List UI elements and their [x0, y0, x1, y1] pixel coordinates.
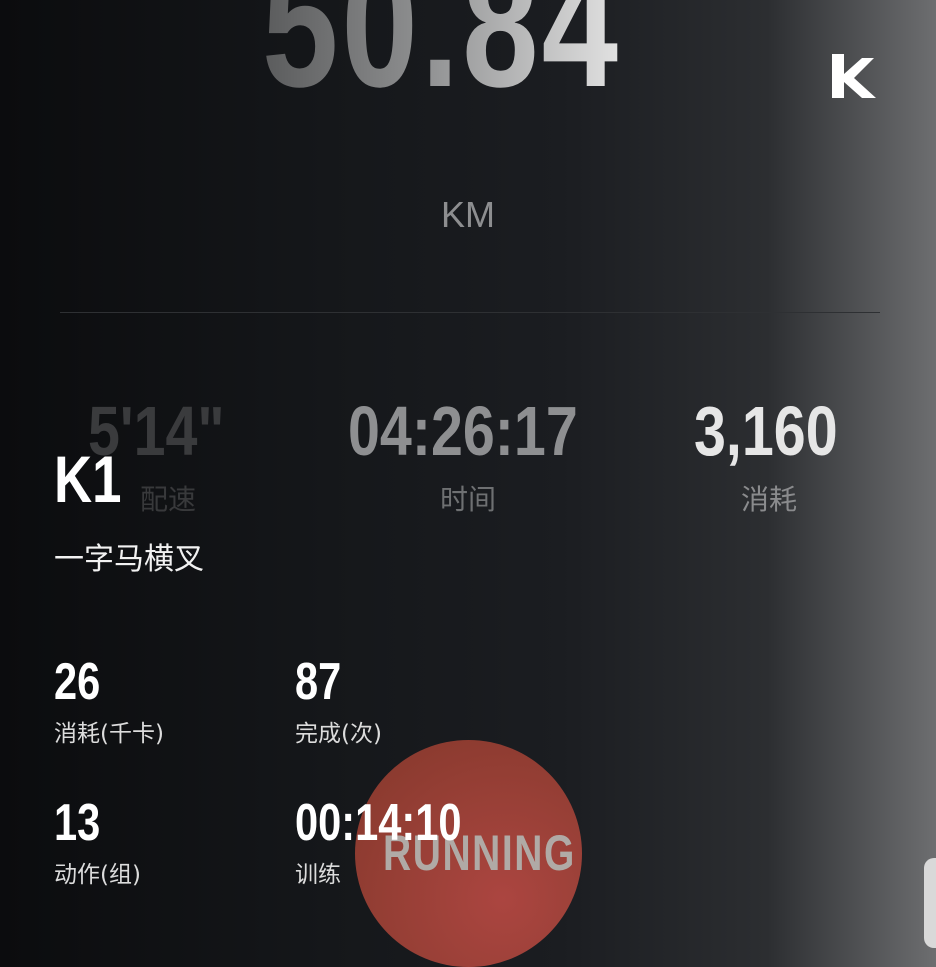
metric-label: 动作(组) — [54, 862, 141, 888]
metric-label: 消耗(千卡) — [54, 721, 164, 747]
time-value: 04:26:17 — [348, 392, 578, 470]
divider — [60, 312, 880, 313]
total-distance: 50.84 — [262, 0, 621, 114]
metric-value: 26 — [54, 653, 101, 711]
metric-label: 训练 — [295, 862, 341, 888]
calories-value: 3,160 — [694, 392, 838, 470]
distance-unit: KM — [441, 194, 495, 235]
time-label: 时间 — [439, 483, 496, 516]
calories-label: 消耗 — [740, 483, 797, 516]
time-stat: 04:26:17 时间 — [348, 396, 588, 518]
metric-value: 00:14:10 — [295, 794, 462, 852]
side-edge-tab[interactable] — [924, 858, 936, 948]
metric-calories-kcal: 26 消耗(千卡) — [54, 656, 164, 748]
exercise-code: K1 — [54, 442, 122, 516]
exercise-name: 一字马横叉 — [54, 542, 204, 577]
metric-value: 87 — [295, 653, 342, 711]
metric-sets: 13 动作(组) — [54, 797, 141, 889]
metric-value: 13 — [54, 794, 101, 852]
keep-k-logo-icon — [832, 54, 876, 98]
metric-training-time: 00:14:10 训练 — [295, 797, 503, 889]
calories-stat: 3,160 消耗 — [694, 396, 844, 518]
metric-completed-reps: 87 完成(次) — [295, 656, 382, 748]
metric-label: 完成(次) — [295, 721, 382, 747]
